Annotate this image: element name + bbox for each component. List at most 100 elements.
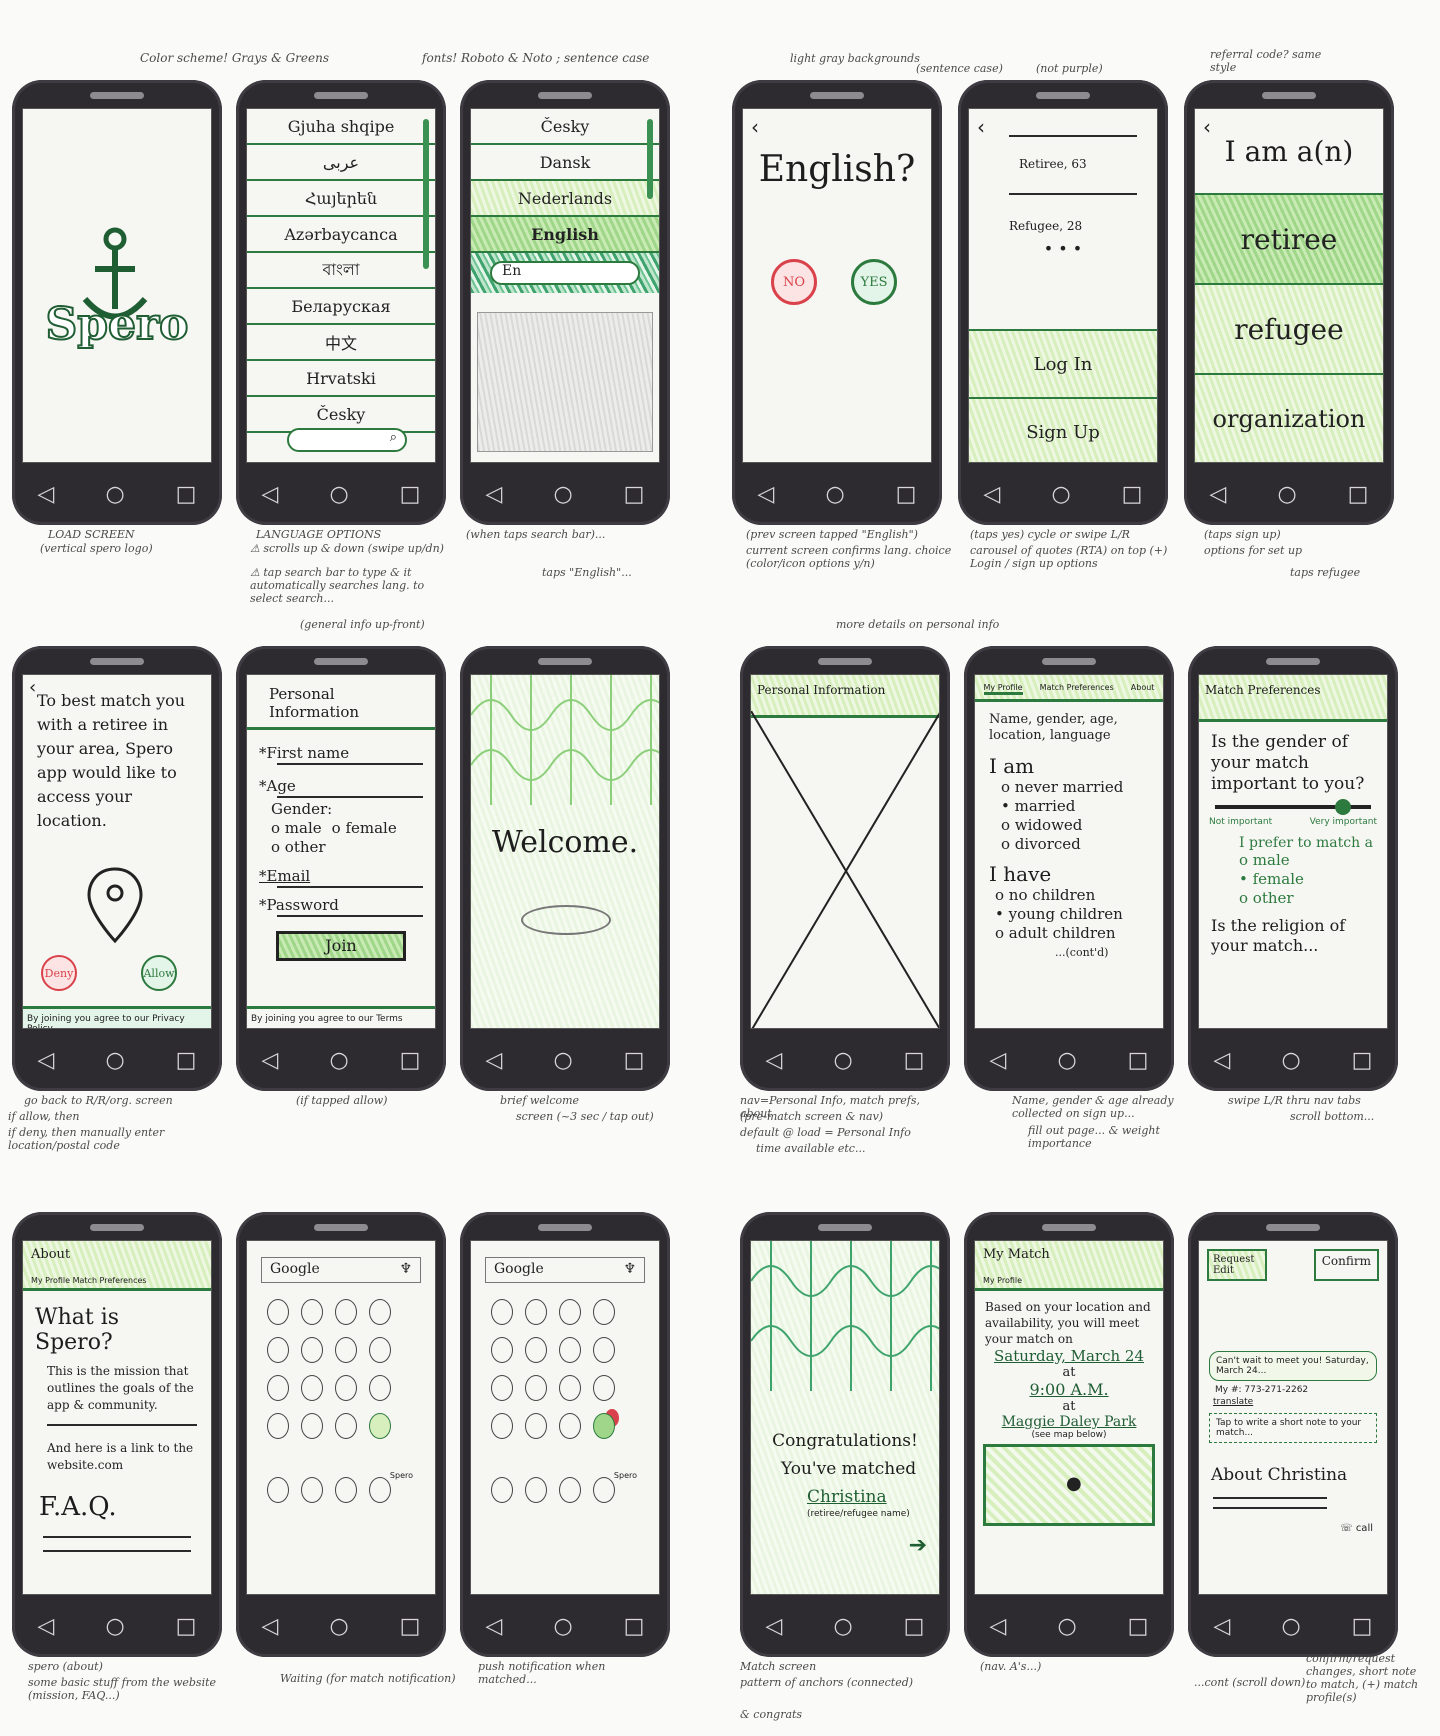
recents-nav-icon[interactable]: □ xyxy=(1348,482,1369,507)
home-nav-icon[interactable]: ○ xyxy=(553,1048,572,1073)
tab-my-profile[interactable]: My Profile xyxy=(983,683,1023,695)
back-nav-icon[interactable]: ◁ xyxy=(990,1048,1007,1073)
marital-option[interactable]: o widowed xyxy=(1001,816,1163,835)
call-button[interactable]: ☏ call xyxy=(1340,1523,1373,1534)
lang-item[interactable]: বাংলা xyxy=(247,253,435,289)
home-nav-icon[interactable]: ○ xyxy=(825,482,844,507)
search-bar[interactable]: ⌕ xyxy=(287,428,407,452)
back-nav-icon[interactable]: ◁ xyxy=(262,482,279,507)
home-nav-icon[interactable]: ○ xyxy=(1281,1614,1300,1639)
home-nav-icon[interactable]: ○ xyxy=(553,1614,572,1639)
home-nav-icon[interactable]: ○ xyxy=(1057,1614,1076,1639)
gender-male-radio[interactable]: o male xyxy=(271,819,322,838)
lang-item[interactable]: 中文 xyxy=(247,325,435,361)
children-option[interactable]: • young children xyxy=(995,905,1163,924)
join-button[interactable]: Join xyxy=(276,931,406,961)
password-field[interactable] xyxy=(277,915,423,917)
about-tab-title[interactable]: About xyxy=(31,1247,203,1262)
recents-nav-icon[interactable]: □ xyxy=(624,1614,645,1639)
terms-footer[interactable]: By joining you agree to our Terms xyxy=(247,1006,435,1028)
spero-app-icon-notified[interactable] xyxy=(593,1413,615,1439)
lang-item[interactable]: Հայերեն xyxy=(247,181,435,217)
home-nav-icon[interactable]: ○ xyxy=(1057,1048,1076,1073)
recents-nav-icon[interactable]: □ xyxy=(176,1614,197,1639)
back-nav-icon[interactable]: ◁ xyxy=(984,482,1001,507)
home-nav-icon[interactable]: ○ xyxy=(553,482,572,507)
home-nav-icon[interactable]: ○ xyxy=(1281,1048,1300,1073)
children-option[interactable]: o no children xyxy=(995,886,1163,905)
recents-nav-icon[interactable]: □ xyxy=(624,1048,645,1073)
faq-heading[interactable]: F.A.Q. xyxy=(39,1492,211,1522)
home-nav-icon[interactable]: ○ xyxy=(329,482,348,507)
role-option[interactable]: refugee xyxy=(1195,285,1383,375)
back-nav-icon[interactable]: ◁ xyxy=(38,482,55,507)
back-nav-icon[interactable]: ◁ xyxy=(486,1048,503,1073)
back-arrow-icon[interactable]: ‹ xyxy=(1203,115,1211,139)
lang-item-selected[interactable]: English xyxy=(471,217,659,253)
note-bubble[interactable]: Can't wait to meet you! Saturday, March … xyxy=(1209,1351,1377,1381)
home-nav-icon[interactable]: ○ xyxy=(105,1614,124,1639)
back-arrow-icon[interactable]: ‹ xyxy=(751,115,759,139)
deny-button[interactable]: Deny xyxy=(41,955,77,991)
website-link[interactable]: And here is a link to the website.com xyxy=(47,1440,197,1474)
recents-nav-icon[interactable]: □ xyxy=(400,482,421,507)
back-nav-icon[interactable]: ◁ xyxy=(758,482,775,507)
first-name-field[interactable] xyxy=(277,763,423,765)
lang-item[interactable]: Dansk xyxy=(471,145,659,181)
my-match-tabs[interactable]: My Profile xyxy=(983,1276,1155,1285)
tab-about[interactable]: About xyxy=(1131,683,1155,695)
back-nav-icon[interactable]: ◁ xyxy=(38,1614,55,1639)
children-option[interactable]: o adult children xyxy=(995,924,1163,943)
age-field[interactable] xyxy=(277,796,423,798)
home-nav-icon[interactable]: ○ xyxy=(329,1048,348,1073)
recents-nav-icon[interactable]: □ xyxy=(1352,1048,1373,1073)
lang-item[interactable]: Azərbaycanca xyxy=(247,217,435,253)
search-input[interactable]: En xyxy=(490,261,640,285)
home-nav-icon[interactable]: ○ xyxy=(105,1048,124,1073)
back-arrow-icon[interactable]: ‹ xyxy=(977,115,985,139)
marital-option[interactable]: o never married xyxy=(1001,778,1163,797)
scrollbar[interactable] xyxy=(423,119,429,269)
marital-option[interactable]: o divorced xyxy=(1001,835,1163,854)
request-edit-button[interactable]: Request Edit xyxy=(1207,1249,1267,1281)
recents-nav-icon[interactable]: □ xyxy=(400,1048,421,1073)
google-search-bar[interactable]: Google ♆ xyxy=(485,1257,645,1283)
back-nav-icon[interactable]: ◁ xyxy=(766,1048,783,1073)
recents-nav-icon[interactable]: □ xyxy=(176,1048,197,1073)
keyboard[interactable] xyxy=(477,312,653,452)
yes-button[interactable]: YES xyxy=(851,259,897,305)
login-button[interactable]: Log In xyxy=(969,331,1157,399)
slider-handle[interactable] xyxy=(1335,799,1351,815)
tab-match-preferences[interactable]: Match Preferences xyxy=(1040,683,1114,695)
home-nav-icon[interactable]: ○ xyxy=(105,482,124,507)
back-nav-icon[interactable]: ◁ xyxy=(262,1048,279,1073)
back-nav-icon[interactable]: ◁ xyxy=(38,1048,55,1073)
translate-link[interactable]: translate xyxy=(1213,1397,1387,1407)
back-nav-icon[interactable]: ◁ xyxy=(1214,1614,1231,1639)
recents-nav-icon[interactable]: □ xyxy=(624,482,645,507)
gender-female-radio[interactable]: o female xyxy=(332,819,397,838)
email-field[interactable] xyxy=(277,886,423,888)
role-option[interactable]: retiree xyxy=(1195,195,1383,285)
role-option[interactable]: organization xyxy=(1195,375,1383,462)
marital-option[interactable]: • married xyxy=(1001,797,1163,816)
lang-item[interactable]: Hrvatski xyxy=(247,361,435,397)
spero-app-icon[interactable] xyxy=(369,1413,391,1439)
allow-button[interactable]: Allow xyxy=(141,955,177,991)
gender-pref-option[interactable]: • female xyxy=(1239,870,1387,889)
lang-item[interactable]: Nederlands xyxy=(471,181,659,217)
lang-item[interactable]: عربى xyxy=(247,145,435,181)
gender-pref-option[interactable]: o other xyxy=(1239,889,1387,908)
recents-nav-icon[interactable]: □ xyxy=(400,1614,421,1639)
signup-button[interactable]: Sign Up xyxy=(969,399,1157,462)
write-note-field[interactable]: Tap to write a short note to your match.… xyxy=(1209,1413,1377,1443)
back-arrow-icon[interactable]: ‹ xyxy=(29,677,36,698)
match-map[interactable]: ● xyxy=(983,1444,1155,1526)
continue-arrow-icon[interactable]: ➔ xyxy=(909,1533,927,1558)
back-nav-icon[interactable]: ◁ xyxy=(262,1614,279,1639)
back-nav-icon[interactable]: ◁ xyxy=(1210,482,1227,507)
lang-item[interactable]: Gjuha shqipe xyxy=(247,109,435,145)
importance-slider[interactable] xyxy=(1215,799,1371,815)
home-nav-icon[interactable]: ○ xyxy=(1277,482,1296,507)
recents-nav-icon[interactable]: □ xyxy=(1122,482,1143,507)
